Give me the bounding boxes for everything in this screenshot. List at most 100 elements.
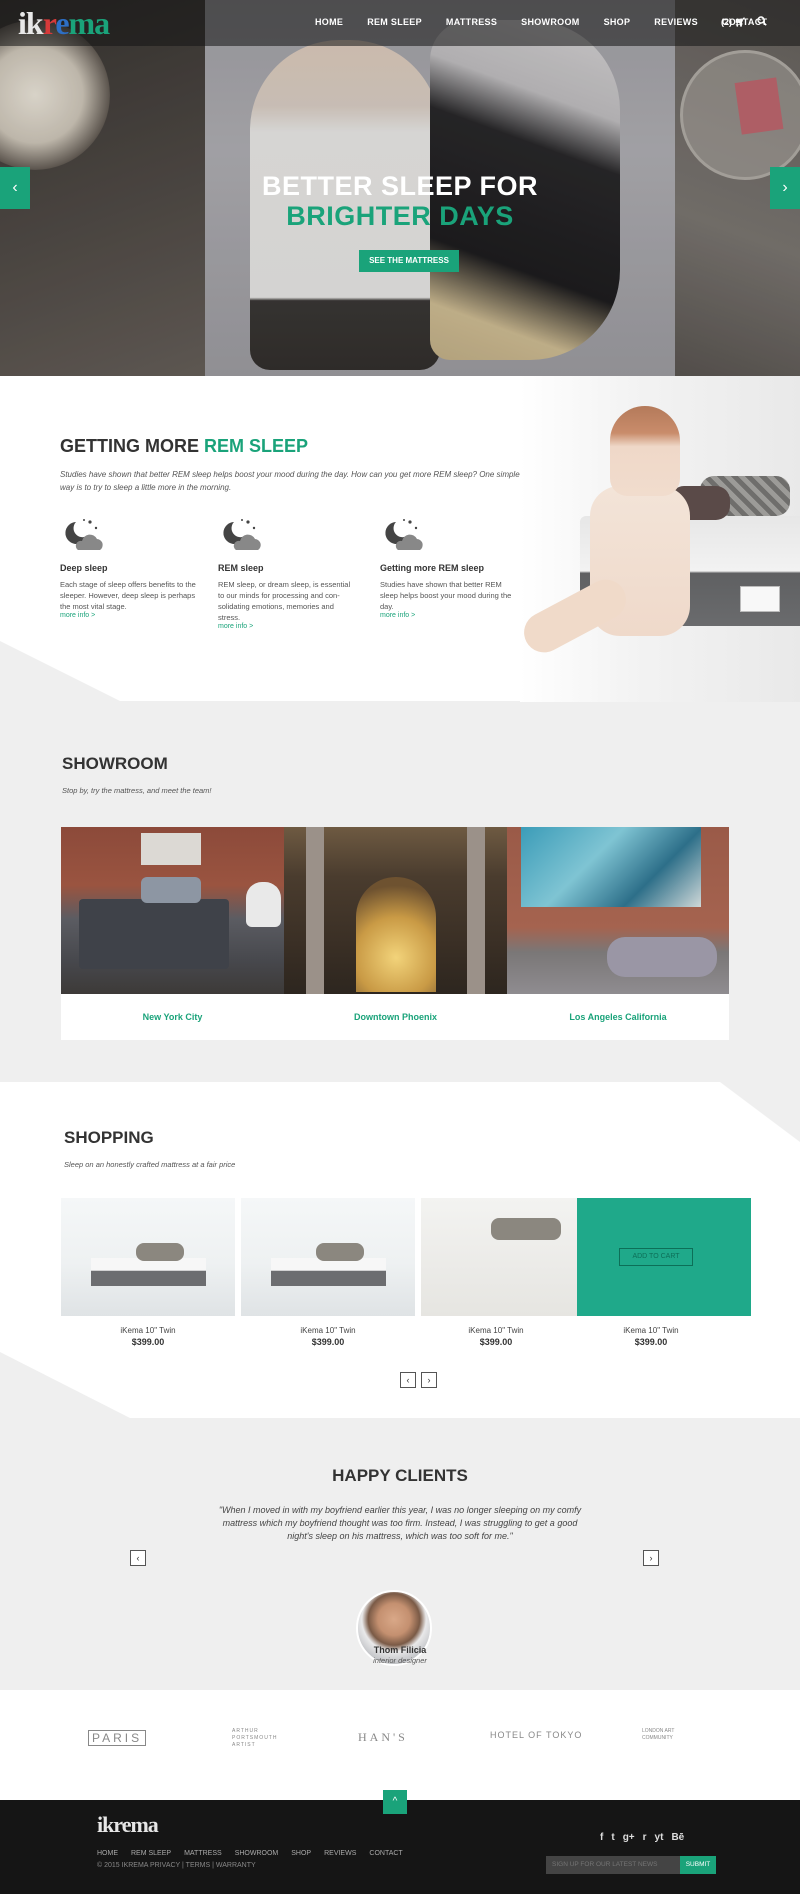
newsletter-email-input[interactable] bbox=[546, 1856, 680, 1874]
rem-title-accent: REM SLEEP bbox=[204, 436, 309, 456]
photo-pillow bbox=[607, 937, 717, 977]
rem-column-text: Each stage of sleep offers benefits to t… bbox=[60, 580, 196, 611]
moon-stars-cloud-icon bbox=[385, 519, 423, 550]
partner-logo-arthur-portsmouth: ARTHUR PORTSMOUTH ARTIST bbox=[232, 1728, 278, 1748]
nav-item-home[interactable]: HOME bbox=[315, 17, 343, 27]
social-links: f t g+ r yt Bē bbox=[600, 1832, 684, 1843]
rem-title-plain: GETTING MORE bbox=[60, 436, 199, 456]
nav-item-reviews[interactable]: REVIEWS bbox=[654, 17, 698, 27]
reddit-icon[interactable]: r bbox=[643, 1832, 647, 1843]
product-price: $399.00 bbox=[131, 1337, 165, 1347]
partner-logo-hans: HAN'S bbox=[358, 1730, 408, 1744]
photo-column bbox=[467, 827, 485, 994]
photo-mattress bbox=[91, 1258, 206, 1286]
footer-copyright: © 2015 IKREMA PRIVACY | TERMS | WARRANTY bbox=[97, 1862, 256, 1869]
showroom-label-new-york[interactable]: New York City bbox=[61, 1012, 284, 1022]
shopping-title: SHOPPING bbox=[64, 1128, 154, 1147]
footer-nav-rem-sleep[interactable]: REM SLEEP bbox=[131, 1850, 171, 1857]
footer-nav-contact[interactable]: CONTACT bbox=[369, 1850, 402, 1857]
twitter-icon[interactable]: t bbox=[611, 1832, 614, 1843]
showroom-subtitle: Stop by, try the mattress, and meet the … bbox=[62, 786, 212, 795]
testimonials-section: HAPPY CLIENTS "When I moved in with my b… bbox=[0, 1418, 800, 1690]
showroom-image-phoenix[interactable] bbox=[284, 827, 507, 994]
partner-logo-london-art: LONDON ART COMMUNITY bbox=[642, 1728, 675, 1741]
showroom-cards: New York City Downtown Phoenix Los Angel… bbox=[61, 827, 729, 1040]
search-icon[interactable] bbox=[757, 16, 767, 26]
photo-pillow bbox=[141, 877, 201, 903]
products-prev-button[interactable]: ‹ bbox=[400, 1372, 416, 1388]
youtube-icon[interactable]: yt bbox=[655, 1832, 664, 1843]
photo-chair bbox=[246, 882, 281, 927]
product-name[interactable]: iKema 10" Twin bbox=[241, 1326, 415, 1335]
more-info-link[interactable]: more info > bbox=[218, 623, 358, 630]
back-to-top-button[interactable]: ^ bbox=[383, 1790, 407, 1814]
footer-nav-home[interactable]: HOME bbox=[97, 1850, 118, 1857]
rem-column-heading: Deep sleep bbox=[60, 563, 108, 573]
moon-stars-cloud-icon bbox=[65, 519, 103, 550]
showroom-image-new-york[interactable] bbox=[61, 827, 284, 994]
showroom-title: SHOWROOM bbox=[62, 754, 168, 773]
products-next-button[interactable]: › bbox=[421, 1372, 437, 1388]
product-price: $399.00 bbox=[634, 1337, 668, 1347]
photo-bed bbox=[79, 899, 229, 969]
rem-woman-mattress-image bbox=[517, 376, 800, 702]
footer-nav: HOME REM SLEEP MATTRESS SHOWROOM SHOP RE… bbox=[97, 1850, 416, 1857]
more-info-link[interactable]: more info > bbox=[60, 612, 200, 619]
rem-column-text: Studies have shown that better REM sleep… bbox=[380, 580, 512, 611]
product-name[interactable]: iKema 10" Twin bbox=[61, 1326, 235, 1335]
moon-stars-cloud-icon bbox=[223, 519, 261, 550]
cart-button[interactable]: (2) 🛒︎ bbox=[721, 17, 746, 28]
site-logo[interactable]: ikrema bbox=[18, 6, 110, 40]
showroom-image-los-angeles[interactable] bbox=[507, 827, 729, 994]
product-card-image[interactable] bbox=[421, 1198, 595, 1316]
product-name[interactable]: iKema 10" Twin bbox=[564, 1326, 738, 1335]
photo-pillow bbox=[316, 1243, 364, 1261]
behance-icon[interactable]: Bē bbox=[671, 1832, 684, 1843]
rem-column-text: REM sleep, or dream sleep, is essential … bbox=[218, 580, 351, 622]
showroom-label-los-angeles[interactable]: Los Angeles California bbox=[507, 1012, 729, 1022]
shopping-subtitle: Sleep on an honestly crafted mattress at… bbox=[64, 1160, 236, 1169]
rem-intro-text: Studies have shown that better REM sleep… bbox=[60, 470, 520, 492]
rem-column-heading: Getting more REM sleep bbox=[380, 563, 485, 573]
footer-nav-mattress[interactable]: MATTRESS bbox=[184, 1850, 222, 1857]
hero-title-line2: BRIGHTER DAYS bbox=[286, 201, 514, 231]
product-name[interactable]: iKema 10" Twin bbox=[409, 1326, 583, 1335]
photo-woman-legs bbox=[517, 572, 633, 660]
partner-logo-hotel-of-tokyo: HOTEL OF TOKYO bbox=[490, 1730, 583, 1740]
nav-item-mattress[interactable]: MATTRESS bbox=[446, 17, 497, 27]
nav-item-shop[interactable]: SHOP bbox=[604, 17, 631, 27]
google-plus-icon[interactable]: g+ bbox=[623, 1832, 635, 1843]
testimonial-prev-button[interactable]: ‹ bbox=[130, 1550, 146, 1566]
rem-section-title: GETTING MORE REM SLEEP bbox=[60, 436, 308, 457]
product-card-image-hover[interactable]: ADD TO CART bbox=[577, 1198, 751, 1316]
see-mattress-button[interactable]: SEE THE MATTRESS bbox=[359, 250, 459, 272]
shopping-section: SHOPPING Sleep on an honestly crafted ma… bbox=[0, 1082, 800, 1418]
footer-nav-shop[interactable]: SHOP bbox=[291, 1850, 311, 1857]
cart-count: (2) bbox=[721, 17, 732, 27]
product-card-image[interactable] bbox=[241, 1198, 415, 1316]
client-name: Thom Filicia bbox=[373, 1645, 427, 1655]
showroom-section: SHOWROOM Stop by, try the mattress, and … bbox=[0, 702, 800, 1082]
showroom-label-phoenix[interactable]: Downtown Phoenix bbox=[284, 1012, 507, 1022]
footer-nav-showroom[interactable]: SHOWROOM bbox=[235, 1850, 279, 1857]
newsletter-submit-button[interactable]: SUBMIT bbox=[680, 1856, 716, 1874]
photo-artwork bbox=[521, 827, 701, 907]
facebook-icon[interactable]: f bbox=[600, 1832, 603, 1843]
rem-column-rem-sleep: REM sleep REM sleep, or dream sleep, is … bbox=[218, 516, 358, 630]
photo-woman-head bbox=[610, 406, 680, 496]
add-to-cart-button[interactable]: ADD TO CART bbox=[619, 1248, 693, 1266]
product-price: $399.00 bbox=[479, 1337, 513, 1347]
testimonial-quote: "When I moved in with my boyfriend earli… bbox=[218, 1505, 582, 1541]
nav-item-showroom[interactable]: SHOWROOM bbox=[521, 17, 579, 27]
rem-sleep-section: GETTING MORE REM SLEEP Studies have show… bbox=[0, 376, 800, 702]
product-card-image[interactable] bbox=[61, 1198, 235, 1316]
rem-column-heading: REM sleep bbox=[218, 563, 264, 573]
footer-nav-reviews[interactable]: REVIEWS bbox=[324, 1850, 356, 1857]
more-info-link[interactable]: more info > bbox=[380, 612, 520, 619]
nav-item-rem-sleep[interactable]: REM SLEEP bbox=[367, 17, 422, 27]
photo-mattress bbox=[271, 1258, 386, 1286]
photo-pillow bbox=[491, 1218, 561, 1240]
photo-entrance bbox=[356, 877, 436, 992]
footer-logo[interactable]: ikrema bbox=[97, 1812, 159, 1838]
testimonial-next-button[interactable]: › bbox=[643, 1550, 659, 1566]
